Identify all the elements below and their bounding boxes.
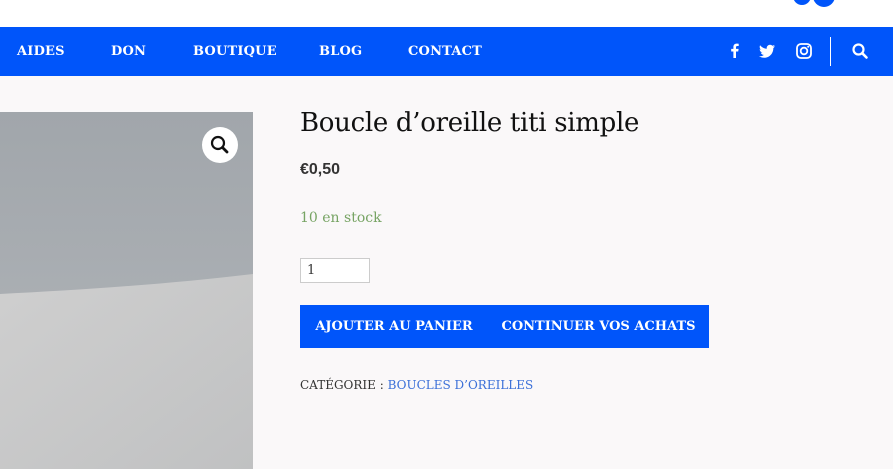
nav-item-contact[interactable]: CONTACT <box>408 27 482 76</box>
product-photo <box>0 112 253 469</box>
top-bar <box>0 0 893 27</box>
nav-item-blog[interactable]: BLOG <box>319 27 362 76</box>
nav-item-boutique[interactable]: BOUTIQUE <box>193 27 277 76</box>
twitter-icon[interactable] <box>757 41 777 61</box>
product-price: €0,50 <box>300 161 341 178</box>
product-category: CATÉGORIE : BOUCLES D’OREILLES <box>300 378 533 392</box>
zoom-button[interactable] <box>202 127 238 163</box>
magnifier-icon <box>210 135 229 154</box>
stock-status: 10 en stock <box>300 210 382 226</box>
nav-divider <box>830 37 831 66</box>
product-image[interactable] <box>0 112 253 469</box>
nav-item-aides[interactable]: AIDES <box>17 27 65 76</box>
quantity-input[interactable] <box>300 258 370 283</box>
add-to-cart-button[interactable]: AJOUTER AU PANIER <box>300 305 488 348</box>
product-title: Boucle d’oreille titi simple <box>300 108 640 138</box>
instagram-icon[interactable] <box>794 41 814 61</box>
continue-shopping-button[interactable]: CONTINUER VOS ACHATS <box>488 305 709 348</box>
logo-icon[interactable] <box>790 0 840 8</box>
main-nav: AIDES DON BOUTIQUE BLOG CONTACT <box>0 27 893 76</box>
nav-item-don[interactable]: DON <box>111 27 146 76</box>
category-link[interactable]: BOUCLES D’OREILLES <box>388 378 534 392</box>
category-label: CATÉGORIE : <box>300 378 388 392</box>
facebook-icon[interactable] <box>725 41 745 61</box>
search-icon[interactable] <box>850 41 870 61</box>
